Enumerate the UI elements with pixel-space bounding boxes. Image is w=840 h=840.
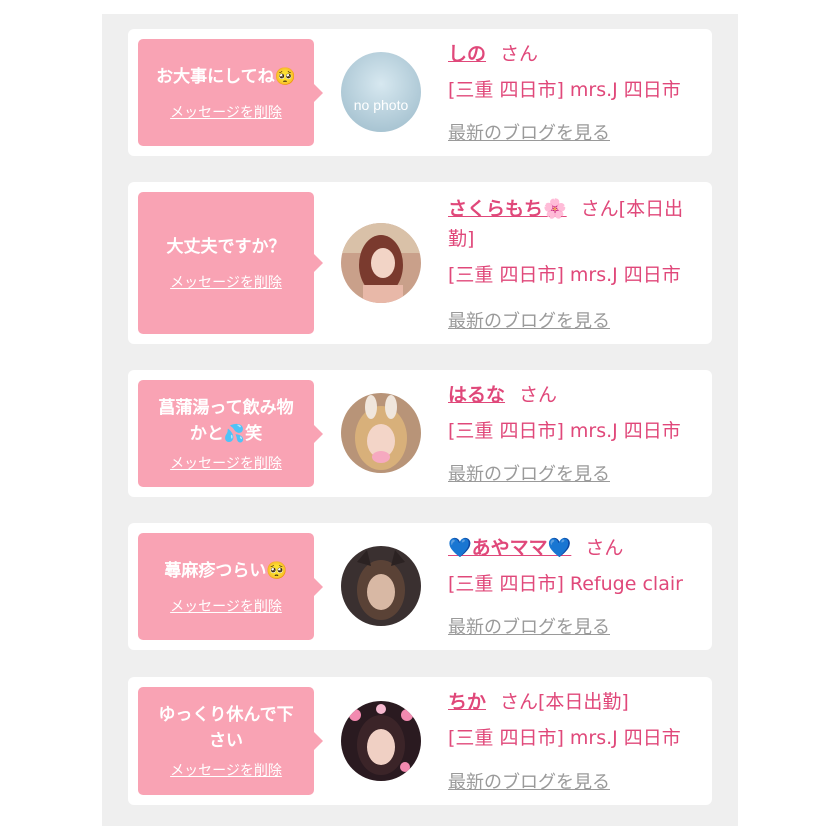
avatar[interactable]: no photo (341, 52, 421, 132)
message-text: ゆっくり休んで下 さい (158, 705, 294, 751)
profile-photo (341, 393, 421, 473)
shop-label: [三重 四日市] mrs.J 四日市 (448, 420, 681, 442)
message-card: 大丈夫ですか？ メッセージを削除 さくらもち🌸 さん[本日出勤] [三重 四日市]… (128, 182, 712, 344)
latest-blog-link[interactable]: 最新のブログを見る (448, 768, 610, 794)
shop-label: [三重 四日市] mrs.J 四日市 (448, 79, 681, 101)
message-card: お大事にしてね🥺 メッセージを削除 no photo しの さん [三重 四日市]… (128, 29, 712, 156)
delete-message-link[interactable]: メッセージを削除 (170, 272, 282, 292)
name-suffix: さん (585, 537, 624, 559)
profile-info: 💙あやママ💙 さん [三重 四日市] Refuge clair (448, 533, 704, 599)
shop-label: [三重 四日市] mrs.J 四日市 (448, 264, 681, 286)
girl-name-link[interactable]: ちか (448, 691, 486, 713)
name-suffix: さん[本日出勤] (500, 691, 629, 713)
profile-photo (341, 546, 421, 626)
latest-blog-link[interactable]: 最新のブログを見る (448, 613, 610, 639)
avatar[interactable] (341, 223, 421, 303)
profile-info: しの さん [三重 四日市] mrs.J 四日市 (448, 39, 704, 105)
avatar[interactable] (341, 393, 421, 473)
name-suffix: さん (519, 384, 558, 406)
profile-info: さくらもち🌸 さん[本日出勤] [三重 四日市] mrs.J 四日市 (448, 194, 704, 290)
avatar[interactable] (341, 546, 421, 626)
shop-label: [三重 四日市] Refuge clair (448, 573, 683, 595)
message-bubble: 大丈夫ですか？ メッセージを削除 (138, 192, 323, 334)
no-photo-placeholder: no photo (341, 52, 421, 132)
message-bubble: お大事にしてね🥺 メッセージを削除 (138, 39, 323, 146)
message-bubble: 蕁麻疹つらい🥺 メッセージを削除 (138, 533, 323, 640)
message-bubble: 菖蒲湯って飲み物 かと💦笑 メッセージを削除 (138, 380, 323, 487)
svg-text:no photo: no photo (354, 97, 409, 113)
girl-name-link[interactable]: さくらもち🌸 (448, 198, 567, 220)
message-card: 菖蒲湯って飲み物 かと💦笑 メッセージを削除 はるな さん [三重 四日市] mr… (128, 370, 712, 497)
avatar[interactable] (341, 701, 421, 781)
girl-name-link[interactable]: 💙あやママ💙 (448, 537, 571, 559)
profile-info: ちか さん[本日出勤] [三重 四日市] mrs.J 四日市 (448, 687, 704, 753)
latest-blog-link[interactable]: 最新のブログを見る (448, 307, 610, 333)
message-bubble: ゆっくり休んで下 さい メッセージを削除 (138, 687, 323, 795)
message-card: ゆっくり休んで下 さい メッセージを削除 ちか さん[本日出勤] [三重 四日市]… (128, 677, 712, 805)
shop-label: [三重 四日市] mrs.J 四日市 (448, 727, 681, 749)
profile-info: はるな さん [三重 四日市] mrs.J 四日市 (448, 380, 704, 446)
latest-blog-link[interactable]: 最新のブログを見る (448, 460, 610, 486)
delete-message-link[interactable]: メッセージを削除 (170, 596, 282, 616)
delete-message-link[interactable]: メッセージを削除 (170, 102, 282, 122)
delete-message-link[interactable]: メッセージを削除 (170, 760, 282, 780)
profile-photo (341, 701, 421, 781)
name-suffix: さん (500, 43, 539, 65)
message-text: 菖蒲湯って飲み物 かと💦笑 (158, 397, 294, 444)
girl-name-link[interactable]: はるな (448, 384, 505, 406)
message-card: 蕁麻疹つらい🥺 メッセージを削除 💙あやママ💙 さん [三重 四日市] Refug… (128, 523, 712, 650)
girl-name-link[interactable]: しの (448, 43, 486, 65)
message-text: 蕁麻疹つらい🥺 (164, 560, 288, 581)
message-text: お大事にしてね🥺 (156, 66, 296, 87)
delete-message-link[interactable]: メッセージを削除 (170, 453, 282, 473)
profile-photo (341, 223, 421, 303)
message-text: 大丈夫ですか？ (166, 237, 286, 257)
latest-blog-link[interactable]: 最新のブログを見る (448, 119, 610, 145)
